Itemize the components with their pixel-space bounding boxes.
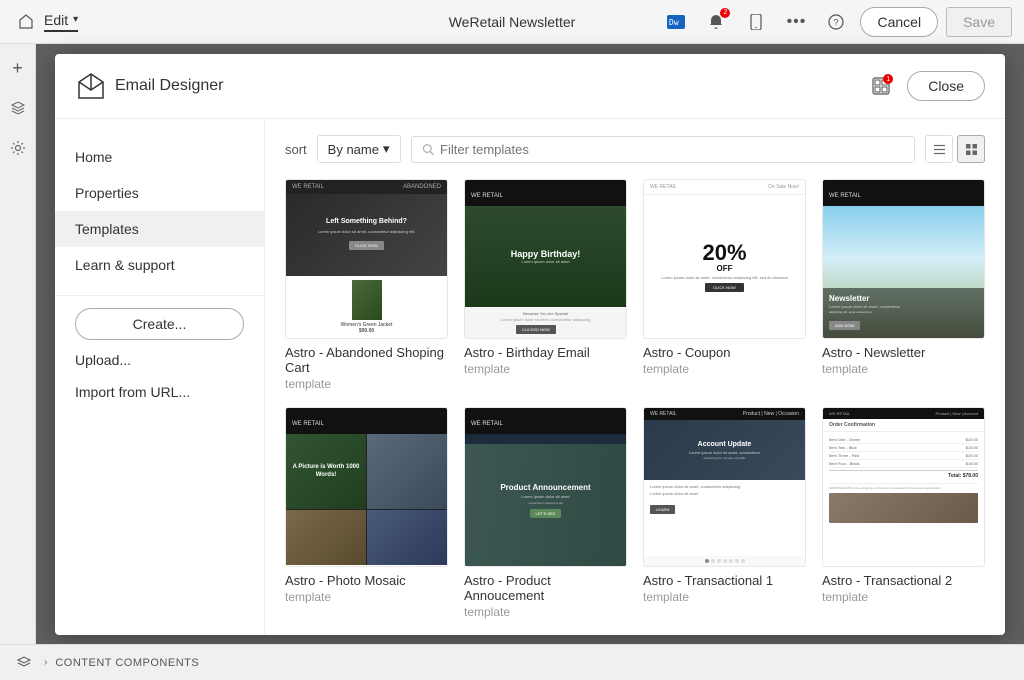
close-button[interactable]: Close xyxy=(907,71,985,101)
notifications-icon[interactable]: 2 xyxy=(700,6,732,38)
modal-content: sort By name ▾ xyxy=(265,119,1005,635)
modal-sidebar: Home Properties Templates Learn & suppor… xyxy=(55,119,265,635)
top-bar-right: Dw 2 ••• ? Cancel Save xyxy=(660,6,1012,38)
search-input[interactable] xyxy=(440,142,904,157)
modal-header: Email Designer 1 Close xyxy=(55,54,1005,119)
cancel-button[interactable]: Cancel xyxy=(860,7,938,37)
template-grid: WE RETAILABANDONED Left Something Behind… xyxy=(285,179,985,619)
sort-label: sort xyxy=(285,142,307,157)
template-card-4[interactable]: WE RETAIL Newsletter Lorem ipsum dolor s… xyxy=(822,179,985,391)
modal-badge: 1 xyxy=(883,74,893,84)
modal-header-right: 1 Close xyxy=(867,71,985,101)
help-icon[interactable]: ? xyxy=(820,6,852,38)
settings-icon[interactable] xyxy=(6,136,30,160)
nav-learn-support[interactable]: Learn & support xyxy=(55,247,264,283)
modal-logo: Email Designer xyxy=(75,70,223,102)
page-title: WeRetail Newsletter xyxy=(449,14,576,30)
template-card-1[interactable]: WE RETAILABANDONED Left Something Behind… xyxy=(285,179,448,391)
top-bar-left: Edit ▾ xyxy=(12,8,78,36)
save-button[interactable]: Save xyxy=(946,7,1012,37)
template-type-7: template xyxy=(643,590,806,604)
notification-badge: 2 xyxy=(720,8,730,18)
edit-menu[interactable]: Edit ▾ xyxy=(44,12,78,32)
list-view-button[interactable] xyxy=(925,135,953,163)
template-name-2: Astro - Birthday Email xyxy=(464,345,627,360)
template-type-6: template xyxy=(464,605,627,619)
bottom-chevron-icon[interactable]: › xyxy=(44,657,47,668)
nav-home[interactable]: Home xyxy=(55,139,264,175)
sidebar-divider xyxy=(55,295,264,296)
template-name-4: Astro - Newsletter xyxy=(822,345,985,360)
modal-title: Email Designer xyxy=(115,77,223,95)
template-card-7[interactable]: WE RETAILProduct | New | Occasion Accoun… xyxy=(643,407,806,619)
add-icon[interactable]: + xyxy=(6,56,30,80)
template-name-7: Astro - Transactional 1 xyxy=(643,573,806,588)
bottom-bar: › CONTENT COMPONENTS xyxy=(0,644,1024,680)
nav-templates[interactable]: Templates xyxy=(55,211,264,247)
template-card-5[interactable]: WE RETAIL A Picture is Worth 1000 Words! xyxy=(285,407,448,619)
top-bar: Edit ▾ WeRetail Newsletter Dw 2 ••• xyxy=(0,0,1024,44)
bottom-layers-icon[interactable] xyxy=(12,651,36,675)
sort-select[interactable]: By name ▾ xyxy=(317,135,401,163)
search-box[interactable] xyxy=(411,136,915,163)
template-card-6[interactable]: WE RETAIL Product Announcement Lorem ips… xyxy=(464,407,627,619)
chevron-down-icon: ▾ xyxy=(383,141,390,157)
more-icon[interactable]: ••• xyxy=(780,6,812,38)
import-link[interactable]: Import from URL... xyxy=(75,380,244,404)
template-name-3: Astro - Coupon xyxy=(643,345,806,360)
grid-view-button[interactable] xyxy=(957,135,985,163)
left-sidebar: + xyxy=(0,44,36,644)
template-card-3[interactable]: WE RETAILOn Sale Now! 20% OFF Lorem ipsu… xyxy=(643,179,806,391)
mobile-icon[interactable] xyxy=(740,6,772,38)
template-type-4: template xyxy=(822,362,985,376)
template-type-3: template xyxy=(643,362,806,376)
sidebar-actions: Create... Upload... Import from URL... xyxy=(55,308,264,404)
email-designer-logo-icon xyxy=(75,70,107,102)
upload-link[interactable]: Upload... xyxy=(75,348,244,372)
modal-overlay: Email Designer 1 Close xyxy=(36,44,1024,644)
svg-text:Dw: Dw xyxy=(669,18,679,27)
home-icon[interactable] xyxy=(12,8,40,36)
svg-text:?: ? xyxy=(834,17,839,27)
template-name-5: Astro - Photo Mosaic xyxy=(285,573,448,588)
template-name-8: Astro - Transactional 2 xyxy=(822,573,985,588)
template-name-6: Astro - Product Annoucement xyxy=(464,573,627,603)
template-card-8[interactable]: WE RETAILProduct | New | Account Order C… xyxy=(822,407,985,619)
search-icon xyxy=(422,143,435,156)
template-name-1: Astro - Abandoned Shoping Cart xyxy=(285,345,448,375)
layers-icon[interactable] xyxy=(6,96,30,120)
bottom-bar-label: CONTENT COMPONENTS xyxy=(55,657,199,669)
filter-row: sort By name ▾ xyxy=(285,135,985,163)
nav-properties[interactable]: Properties xyxy=(55,175,264,211)
template-type-8: template xyxy=(822,590,985,604)
template-card-2[interactable]: WE RETAIL Happy Birthday! Lorem ipsum do… xyxy=(464,179,627,391)
create-button[interactable]: Create... xyxy=(75,308,244,340)
dw-icon[interactable]: Dw xyxy=(660,6,692,38)
view-toggle xyxy=(925,135,985,163)
email-designer-modal: Email Designer 1 Close xyxy=(55,54,1005,635)
modal-help-icon[interactable]: 1 xyxy=(867,72,895,100)
template-type-1: template xyxy=(285,377,448,391)
template-type-2: template xyxy=(464,362,627,376)
template-type-5: template xyxy=(285,590,448,604)
modal-body: Home Properties Templates Learn & suppor… xyxy=(55,119,1005,635)
